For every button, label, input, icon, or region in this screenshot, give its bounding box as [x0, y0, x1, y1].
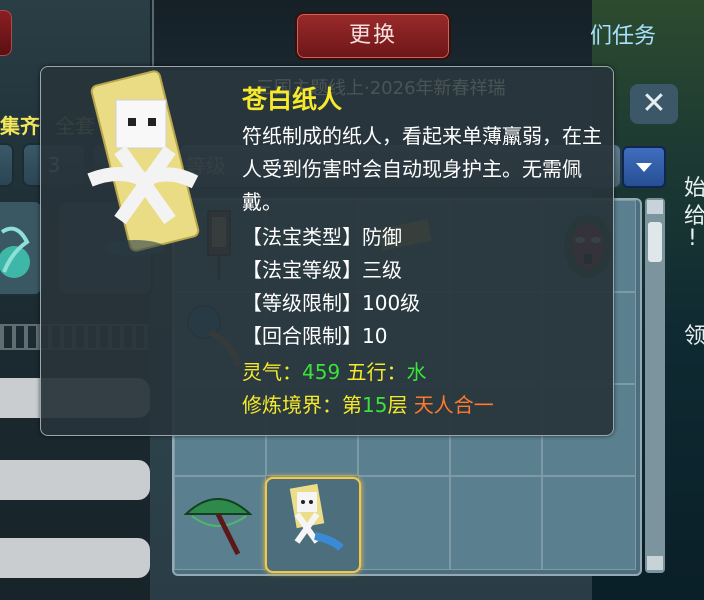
paper-doll-portrait-icon	[87, 70, 200, 256]
spirit-element-row: 灵气：459 五行：水	[242, 356, 427, 389]
element-value: 水	[406, 360, 427, 384]
chevron-down-icon	[636, 163, 652, 172]
attr-value: 防御	[362, 225, 402, 249]
element-label: 五行：	[346, 360, 407, 384]
cultivation-row: 修炼境界：第15层 天人合一	[242, 389, 494, 422]
item-title: 苍白纸人	[242, 85, 343, 114]
attr-row-level-limit: 【等级限制】100级	[242, 287, 420, 320]
attr-row-grade: 【法宝等级】三级	[242, 254, 402, 287]
grid-cell[interactable]	[358, 476, 450, 570]
scroll-thumb[interactable]	[648, 222, 662, 262]
spirit-label: 灵气：	[242, 360, 302, 384]
scroll-up-button[interactable]	[647, 200, 663, 214]
bg-text-3: !	[688, 226, 697, 251]
grid-cell[interactable]	[450, 476, 542, 570]
set-collect-label: 集齐	[0, 114, 40, 138]
left-action-button[interactable]	[0, 10, 12, 56]
cultivation-prefix: 第	[342, 393, 362, 417]
attr-value: 三级	[362, 258, 402, 282]
grid-cell[interactable]	[542, 476, 636, 570]
spirit-value: 459	[302, 360, 341, 384]
change-button[interactable]: 更换	[295, 12, 451, 60]
paper-doll-icon[interactable]	[275, 482, 351, 566]
divider-line	[152, 0, 154, 70]
bg-task-text: 们任务	[590, 24, 657, 49]
attr-label: 【法宝等级】	[242, 258, 362, 282]
attr-value: 100级	[362, 291, 421, 315]
close-button[interactable]: ✕	[630, 84, 678, 124]
cultivation-realm: 天人合一	[413, 393, 494, 417]
jade-dragon-icon	[0, 226, 30, 278]
cultivation-suffix: 层	[387, 393, 408, 417]
dropdown-arrow-button[interactable]	[622, 146, 666, 188]
item-description: 符纸制成的纸人，看起来单薄羸弱，在主人受到伤害时会自动现身护主。无需佩戴。	[242, 124, 602, 214]
attr-value: 10	[362, 324, 388, 348]
cultivation-level: 15	[362, 393, 388, 417]
attr-label: 【回合限制】	[242, 324, 362, 348]
attr-row-type: 【法宝类型】防御	[242, 221, 402, 254]
option-bar-2[interactable]	[0, 460, 150, 500]
attr-label: 【等级限制】	[242, 291, 362, 315]
option-bar-3[interactable]	[0, 538, 150, 578]
attr-label: 【法宝类型】	[242, 225, 362, 249]
cultivation-label: 修炼境界：	[242, 393, 342, 417]
level-box-left[interactable]	[0, 143, 14, 187]
attr-row-round-limit: 【回合限制】10	[242, 320, 387, 353]
equip-slot-left[interactable]	[0, 200, 44, 296]
bg-text-4: 领	[684, 324, 704, 349]
umbrella-icon[interactable]	[180, 484, 256, 560]
scroll-down-button[interactable]	[647, 556, 663, 570]
